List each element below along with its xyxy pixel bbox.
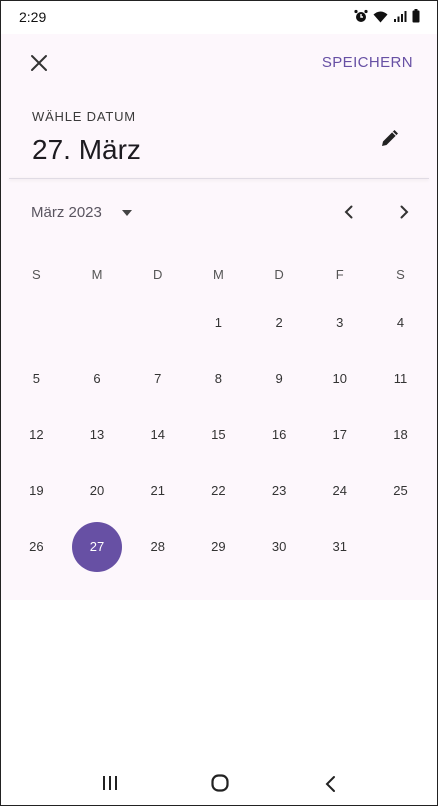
dialog-header: WÄHLE DATUM 27. März [1, 90, 437, 178]
calendar-day[interactable]: 10 [309, 351, 370, 407]
calendar-day[interactable]: 20 [67, 463, 128, 519]
signal-icon [394, 10, 407, 22]
dialog-toolbar: SPEICHERN [1, 34, 437, 90]
calendar-day[interactable]: 24 [309, 463, 370, 519]
calendar-empty-cell [370, 519, 431, 575]
calendar-day[interactable]: 9 [249, 351, 310, 407]
weekday-header: S M D M D F S [6, 255, 431, 295]
calendar-day[interactable]: 8 [188, 351, 249, 407]
calendar-week: 12 13 14 15 16 17 18 [6, 407, 431, 463]
calendar-empty-cell [127, 295, 188, 351]
weekday-label: M [212, 267, 224, 282]
save-button[interactable]: SPEICHERN [322, 54, 413, 71]
weekday-label: S [32, 267, 41, 282]
calendar-day[interactable]: 6 [67, 351, 128, 407]
recent-apps-icon[interactable] [101, 775, 119, 791]
alarm-icon [354, 9, 368, 22]
selected-date: 27. März [32, 134, 141, 165]
calendar-day[interactable]: 12 [6, 407, 67, 463]
calendar-day[interactable]: 17 [309, 407, 370, 463]
calendar-day[interactable]: 3 [309, 295, 370, 351]
calendar-day[interactable]: 18 [370, 407, 431, 463]
dropdown-arrow-icon [121, 209, 132, 216]
calendar-day[interactable]: 21 [127, 463, 188, 519]
calendar-week: 5 6 7 8 9 10 11 [6, 351, 431, 407]
calendar-day[interactable]: 19 [6, 463, 67, 519]
calendar-day[interactable]: 1 [188, 295, 249, 351]
calendar-day[interactable]: 26 [6, 519, 67, 575]
calendar-day[interactable]: 16 [249, 407, 310, 463]
calendar-day[interactable]: 29 [188, 519, 249, 575]
calendar-day[interactable]: 31 [309, 519, 370, 575]
month-year-selector[interactable]: März 2023 [31, 204, 132, 221]
calendar-day[interactable]: 2 [249, 295, 310, 351]
calendar-day[interactable]: 23 [249, 463, 310, 519]
calendar-day[interactable]: 5 [6, 351, 67, 407]
weekday-label: D [274, 267, 284, 282]
weekday-label: D [153, 267, 163, 282]
weekday-label: S [396, 267, 405, 282]
calendar-day[interactable]: 15 [188, 407, 249, 463]
chevron-right-icon[interactable] [394, 202, 414, 222]
date-picker-dialog: SPEICHERN WÄHLE DATUM 27. März März 2023… [1, 34, 437, 600]
calendar-day[interactable]: 4 [370, 295, 431, 351]
calendar-day[interactable]: 7 [127, 351, 188, 407]
status-time: 2:29 [19, 9, 47, 25]
wifi-icon [373, 11, 388, 22]
weekday-label: M [91, 267, 103, 282]
pencil-icon[interactable] [379, 127, 401, 149]
calendar-day[interactable]: 22 [188, 463, 249, 519]
calendar-day[interactable]: 13 [67, 407, 128, 463]
status-icons [354, 9, 420, 23]
weekday-label: F [335, 267, 344, 282]
calendar-week: 1 2 3 4 [6, 295, 431, 351]
calendar-day[interactable]: 30 [249, 519, 310, 575]
system-nav-bar [0, 758, 438, 806]
calendar-week: 19 20 21 22 23 24 25 [6, 463, 431, 519]
header-divider [9, 178, 429, 179]
status-bar: 2:29 [0, 0, 438, 34]
header-label: WÄHLE DATUM [32, 109, 136, 124]
calendar-day[interactable]: 14 [127, 407, 188, 463]
calendar-empty-cell [67, 295, 128, 351]
calendar-day-selected[interactable]: 27 [67, 519, 128, 575]
month-label: März 2023 [31, 204, 102, 221]
battery-icon [412, 9, 420, 23]
calendar-day[interactable]: 25 [370, 463, 431, 519]
close-icon[interactable] [28, 52, 50, 74]
calendar-day[interactable]: 28 [127, 519, 188, 575]
calendar-empty-cell [6, 295, 67, 351]
back-icon[interactable] [322, 775, 340, 793]
chevron-left-icon[interactable] [339, 202, 359, 222]
calendar-week: 26 27 28 29 30 31 [6, 519, 431, 575]
calendar-grid: S M D M D F S 1 2 3 4 5 6 7 8 9 10 11 12 [6, 255, 431, 575]
home-icon[interactable] [211, 774, 229, 792]
calendar-day[interactable]: 11 [370, 351, 431, 407]
